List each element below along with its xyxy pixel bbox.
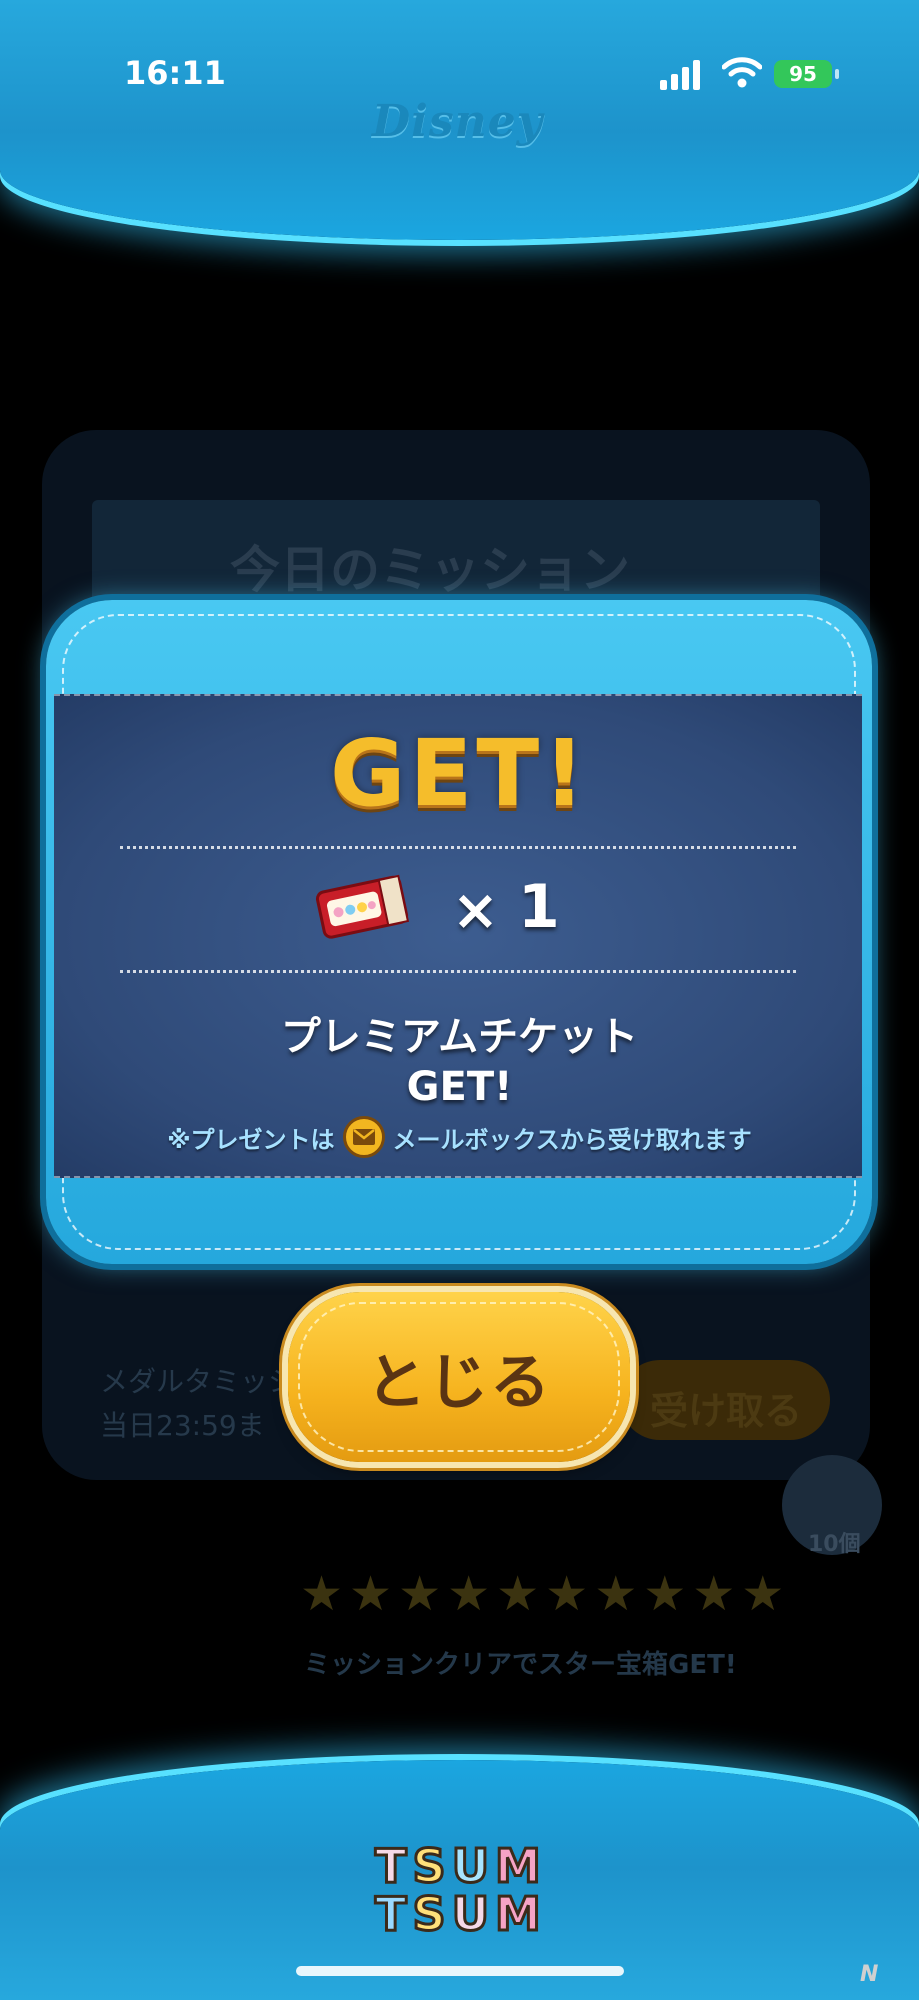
logo-letter: M <box>494 1887 543 1941</box>
battery-indicator: 95 <box>774 60 832 88</box>
star-icon: ★ <box>692 1566 736 1622</box>
logo-letter: S <box>411 1839 447 1893</box>
dialog-title: GET! <box>329 720 590 827</box>
mailbox-note: ※プレゼントは メールボックスから受け取れます <box>0 1116 919 1158</box>
reward-quantity: 1 <box>518 872 560 942</box>
logo-letter: T <box>374 1887 408 1941</box>
close-button[interactable]: とじる <box>288 1292 630 1462</box>
star-icon: ★ <box>398 1566 442 1622</box>
logo-letter: U <box>450 1887 490 1941</box>
logo-row-1: T S U M <box>373 1839 543 1893</box>
stars-caption: ミッションクリアでスター宝箱GET! <box>304 1650 737 1680</box>
receive-button-label: 受け取る <box>650 1389 803 1433</box>
multiply-sign: × <box>452 878 499 943</box>
logo-letter: M <box>494 1839 543 1893</box>
premium-ticket-icon <box>315 874 410 939</box>
mission-text-line-2: 当日23:59ま <box>100 1409 265 1442</box>
dialog-divider-top <box>120 846 796 849</box>
mission-stars: ★ ★ ★ ★ ★ ★ ★ ★ ★ ★ <box>300 1570 784 1618</box>
mission-text-line-1: メダルタミッシ <box>100 1365 297 1398</box>
note-prefix: ※プレゼントは <box>167 1125 335 1154</box>
wifi-icon <box>722 57 762 88</box>
dialog-divider-bottom <box>120 970 796 973</box>
star-icon: ★ <box>545 1566 589 1622</box>
star-icon: ★ <box>349 1566 393 1622</box>
home-indicator[interactable] <box>296 1966 624 1976</box>
disney-logo: Disney <box>372 96 544 147</box>
star-icon: ★ <box>300 1566 344 1622</box>
reward-get-text: GET! <box>406 1064 513 1110</box>
close-button-label: とじる <box>366 1347 552 1418</box>
logo-letter: U <box>450 1839 490 1893</box>
tsum-tsum-logo: T S U M T S U M <box>338 1839 578 1941</box>
logo-letter: T <box>374 1839 408 1893</box>
star-icon: ★ <box>496 1566 540 1622</box>
star-icon: ★ <box>447 1566 491 1622</box>
logo-letter: S <box>411 1887 447 1941</box>
star-chest-count: 10個 <box>808 1532 861 1557</box>
battery-tip <box>835 69 839 79</box>
signal-icon <box>660 60 700 90</box>
star-icon: ★ <box>741 1566 785 1622</box>
mail-icon <box>342 1116 385 1158</box>
watermark: N <box>860 1962 879 1987</box>
star-icon: ★ <box>643 1566 687 1622</box>
note-suffix: メールボックスから受け取れます <box>392 1125 752 1154</box>
logo-row-2: T S U M <box>373 1887 543 1941</box>
star-icon: ★ <box>594 1566 638 1622</box>
status-time: 16:11 <box>124 54 226 92</box>
mission-text: メダルタミッシ 当日23:59ま <box>100 1360 296 1448</box>
mission-title: 今日のミッション <box>230 541 630 599</box>
reward-name: プレミアムチケット <box>280 1014 639 1060</box>
